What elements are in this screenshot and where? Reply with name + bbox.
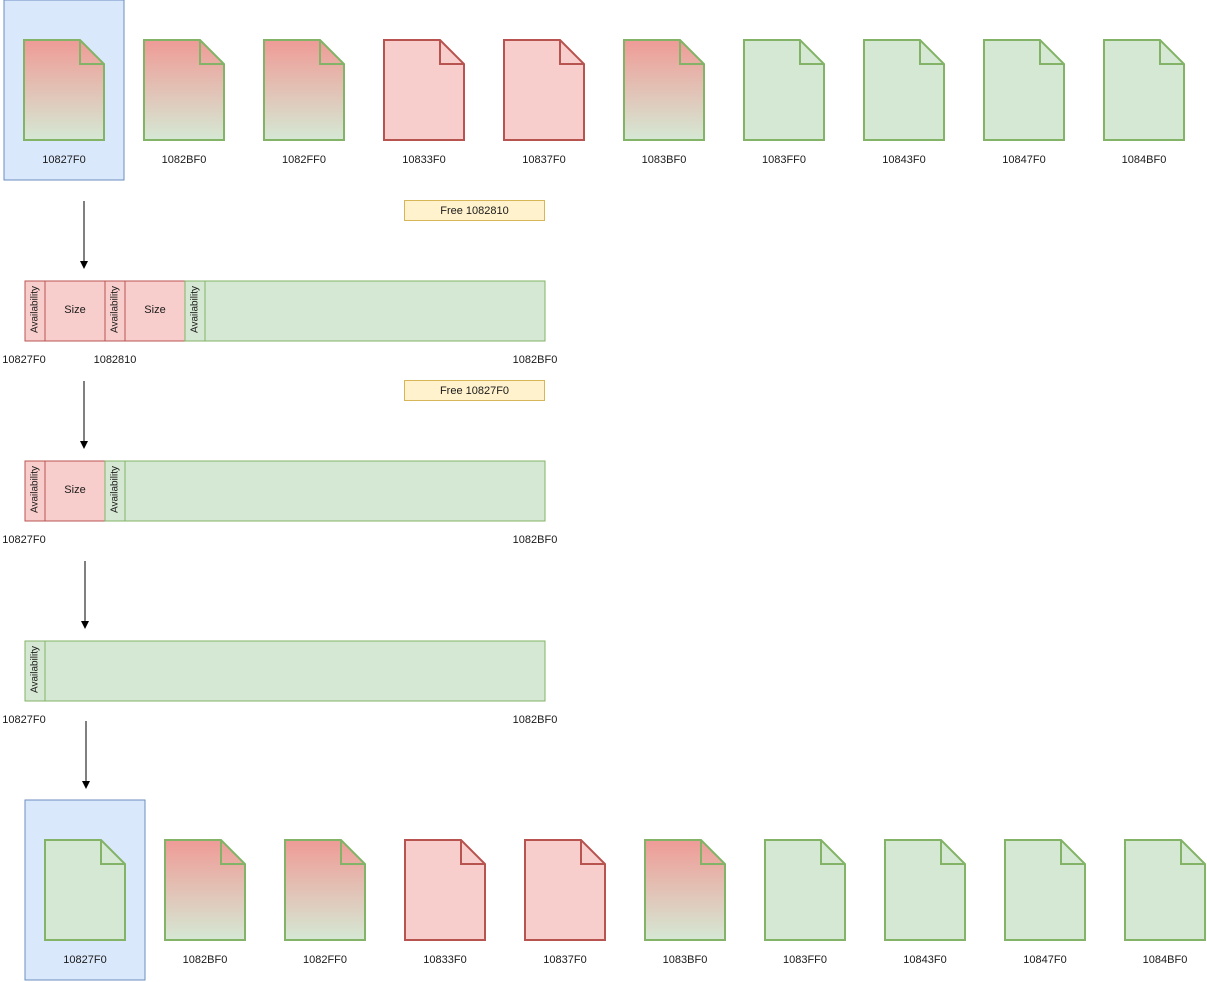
page-address-label: 10843F0: [903, 954, 947, 966]
end-address-label: 1082BF0: [512, 714, 558, 726]
page-address-label: 1084BF0: [1121, 154, 1167, 166]
page-address-label: 10837F0: [522, 154, 566, 166]
page-icon: [284, 839, 366, 941]
page-icon: [503, 39, 585, 141]
page-address-label: 1084BF0: [1142, 954, 1188, 966]
size-label: Size: [64, 304, 86, 316]
page-icon: [623, 39, 705, 141]
end-address-label: 1082BF0: [512, 534, 558, 546]
page-address-label: 1082BF0: [182, 954, 228, 966]
start-address-label: 10827F0: [2, 714, 46, 726]
page-icon: [1124, 839, 1206, 941]
availability-label: Availability: [29, 285, 41, 334]
page-address-label: 10827F0: [42, 154, 86, 166]
page-address-label: 10843F0: [882, 154, 926, 166]
page-icon: [983, 39, 1065, 141]
end-address-label: 1082BF0: [512, 354, 558, 366]
page-icon: [143, 39, 225, 141]
page-address-label: 1083BF0: [662, 954, 708, 966]
page-icon: [164, 839, 246, 941]
availability-label: Availability: [109, 285, 121, 334]
memory-diagram: [3, 0, 1206, 981]
page-icon: [764, 839, 846, 941]
page-icon: [524, 839, 606, 941]
availability-label: Availability: [189, 285, 201, 334]
start-address-label: 10827F0: [2, 534, 46, 546]
size-label: Size: [64, 484, 86, 496]
page-address-label: 10847F0: [1002, 154, 1046, 166]
page-icon: [1004, 839, 1086, 941]
page-icon: [383, 39, 465, 141]
page-icon: [404, 839, 486, 941]
free-region: [124, 460, 546, 522]
size-label: Size: [144, 304, 166, 316]
page-address-label: 10837F0: [543, 954, 587, 966]
page-address-label: 1083BF0: [641, 154, 687, 166]
page-icon: [44, 839, 126, 941]
page-address-label: 1083FF0: [782, 954, 828, 966]
availability-label: Availability: [109, 465, 121, 514]
free-region: [204, 280, 546, 342]
page-address-label: 10833F0: [402, 154, 446, 166]
page-address-label: 10833F0: [423, 954, 467, 966]
availability-label: Availability: [29, 465, 41, 514]
page-icon: [644, 839, 726, 941]
start-address-label: 10827F0: [2, 354, 46, 366]
free-operation-note: Free 1082810: [404, 200, 545, 221]
page-address-label: 10827F0: [63, 954, 107, 966]
page-address-label: 1082BF0: [161, 154, 207, 166]
free-operation-note: Free 10827F0: [404, 380, 545, 401]
page-address-label: 10847F0: [1023, 954, 1067, 966]
page-icon: [1103, 39, 1185, 141]
page-icon: [263, 39, 345, 141]
page-address-label: 1082FF0: [302, 954, 348, 966]
free-region: [44, 640, 546, 702]
page-icon: [884, 839, 966, 941]
page-icon: [743, 39, 825, 141]
availability-label: Availability: [29, 645, 41, 694]
page-address-label: 1083FF0: [761, 154, 807, 166]
page-icon: [23, 39, 105, 141]
page-icon: [863, 39, 945, 141]
page-address-label: 1082FF0: [281, 154, 327, 166]
mid-address-label: 1082810: [93, 354, 137, 366]
